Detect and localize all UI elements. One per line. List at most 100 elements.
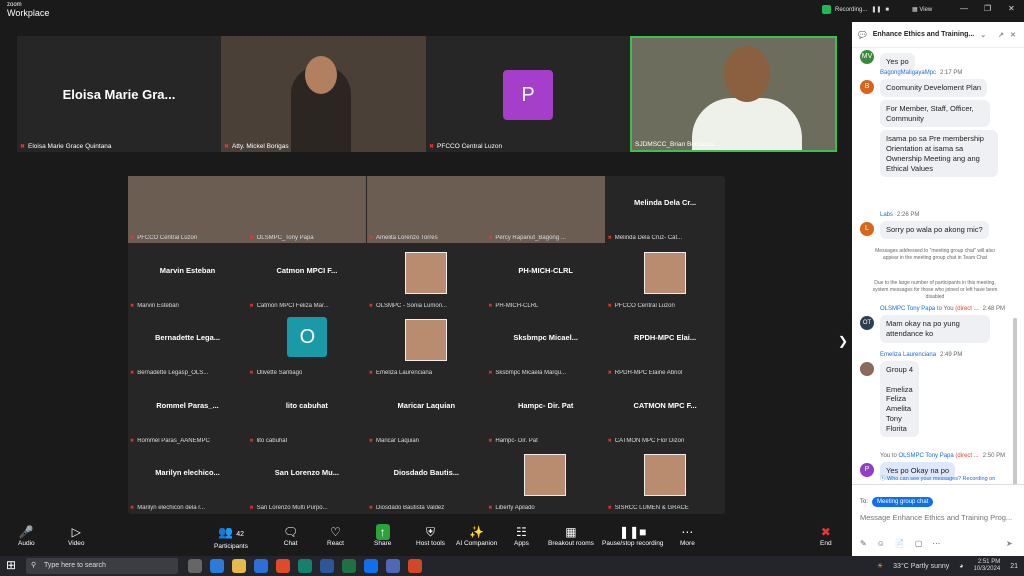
emoji-icon[interactable]: ☺ bbox=[877, 539, 885, 548]
participant-caption: OLSMPC - Sonia Lumon... bbox=[369, 303, 447, 309]
recording-indicator[interactable]: Recording... ❚❚ ■ bbox=[822, 5, 889, 14]
gallery-tile[interactable]: Diosdado Bautis... Diosdado Bautista Vald… bbox=[367, 446, 486, 513]
participant-face bbox=[305, 56, 337, 94]
participant-video bbox=[128, 176, 247, 243]
ai-companion-button[interactable]: ✨ AI Companion bbox=[456, 524, 497, 547]
gallery-tile[interactable]: PFCCO Central Luzon bbox=[128, 176, 247, 243]
close-button[interactable]: ✕ bbox=[1008, 4, 1015, 13]
participant-video bbox=[643, 251, 686, 294]
app-icon[interactable] bbox=[386, 559, 400, 573]
gallery-tile[interactable]: Marvin Esteban Marvin Esteban bbox=[128, 244, 247, 311]
gallery-tile[interactable]: Percy Rapanut_Bagong ... bbox=[486, 176, 606, 243]
weather-text[interactable]: 33°C Partly sunny bbox=[893, 563, 949, 570]
gallery-tile[interactable]: O Olivette Santiago bbox=[247, 311, 366, 378]
gallery-tile[interactable]: Rommel Paras_... Rommel Paras_AANEMPC bbox=[128, 379, 247, 446]
mail-icon[interactable] bbox=[254, 559, 268, 573]
gallery-tile[interactable]: Melinda Dela Cr... Melinda Dela Cruz- Cat… bbox=[606, 176, 725, 243]
gallery-tile[interactable]: Maricar Laquian Maricar Laquian bbox=[367, 379, 486, 446]
maximize-button[interactable]: ❐ bbox=[984, 4, 991, 13]
participant-caption: RPDH-MPC Elaine Abriol bbox=[608, 370, 682, 376]
gallery-tile[interactable]: Emeliza Laurenciana bbox=[367, 311, 486, 378]
chat-title: Enhance Ethics and Training... bbox=[872, 31, 975, 38]
taskbar-search[interactable]: ⚲ Type here to search bbox=[26, 558, 178, 574]
share-button[interactable]: ↑ Share bbox=[374, 524, 391, 547]
gallery-tile[interactable]: lito cabuhat lito cabuhat bbox=[247, 379, 366, 446]
strip-tile-pfcco[interactable]: P ✖ PFCCO Central Luzon bbox=[426, 36, 630, 152]
network-icon[interactable]: ◕ bbox=[959, 563, 963, 570]
publisher-icon[interactable] bbox=[298, 559, 312, 573]
audio-button[interactable]: 🎤 Audio bbox=[18, 524, 35, 547]
gallery-tile[interactable]: CATMON MPC F... CATMON MPC Flor Dizon bbox=[606, 379, 725, 446]
gallery-tile[interactable]: PH-MICH-CLRL PH-MICH-CLRL bbox=[486, 244, 605, 311]
scrollbar[interactable] bbox=[1013, 318, 1017, 484]
gallery-tile[interactable]: Sksbmpc Micael... Sksbmpc Micaela Marqu..… bbox=[486, 311, 605, 378]
apps-icon: ☷ bbox=[516, 525, 527, 539]
excel-icon[interactable] bbox=[342, 559, 356, 573]
explorer-icon[interactable] bbox=[232, 559, 246, 573]
more-icon[interactable]: ⋯ bbox=[932, 539, 940, 548]
participant-caption: Hampc- Dir. Pat bbox=[488, 438, 537, 444]
stop-icon[interactable]: ■ bbox=[885, 7, 889, 13]
gallery-tile[interactable]: San Lorenzo Mu... San Lorenzo Multi Purpo… bbox=[247, 446, 366, 513]
participant-caption: Marvin Esteban bbox=[130, 303, 179, 309]
notification-icon[interactable]: 21 bbox=[1010, 563, 1018, 570]
gallery-tile[interactable]: PFCCO Central Luzon bbox=[606, 244, 725, 311]
apps-button[interactable]: ☷ Apps bbox=[514, 524, 529, 547]
strip-tile-brian-active-speaker[interactable]: SJDMSCC_Brian Bernardo bbox=[630, 36, 837, 152]
participant-caption: CATMON MPC Flor Dizon bbox=[608, 438, 685, 444]
send-icon[interactable]: ➤ bbox=[1006, 539, 1013, 548]
avatar: B bbox=[860, 80, 874, 94]
gallery-tile[interactable]: Bernadette Lega... Bernadette Legasp_OLS.… bbox=[128, 311, 247, 378]
chat-button[interactable]: 🗨 Chat bbox=[283, 524, 298, 547]
video-button[interactable]: ▷ Video bbox=[68, 524, 85, 547]
close-chat-icon[interactable]: ✕ bbox=[1010, 31, 1016, 39]
chevron-down-icon[interactable]: ⌄ bbox=[980, 31, 986, 39]
popout-icon[interactable]: ↗ bbox=[998, 31, 1004, 39]
chrome-icon[interactable] bbox=[276, 559, 290, 573]
gallery-tile[interactable]: SISRCC LUMEN & GRACE bbox=[606, 446, 725, 513]
pause-icon[interactable]: ❚❚ bbox=[871, 6, 881, 13]
gallery-tile[interactable]: Liberty Apilado bbox=[486, 446, 605, 513]
shield-icon bbox=[822, 5, 831, 14]
gallery-tile[interactable]: RPDH-MPC Elai... RPDH-MPC Elaine Abriol bbox=[606, 311, 725, 378]
participant-caption: PH-MICH-CLRL bbox=[488, 303, 538, 309]
next-page-arrow[interactable]: ❯ bbox=[838, 334, 848, 348]
gallery-tile[interactable]: Marilyn elechico... Marilyn elechicon del… bbox=[128, 446, 247, 513]
gallery-tile[interactable]: Amelita Lorenzo Torres bbox=[366, 176, 486, 243]
participants-button[interactable]: 👥 42 Participants bbox=[214, 524, 248, 550]
task-view-icon[interactable] bbox=[188, 559, 202, 573]
windows-start-icon[interactable]: ⊞ bbox=[6, 558, 16, 572]
participant-name: Hampc- Dir. Pat bbox=[517, 400, 574, 410]
chat-icon: 💬 bbox=[858, 31, 867, 39]
gallery-tile[interactable]: OLSMPC_Tony Papa bbox=[247, 176, 367, 243]
who-can-see-link[interactable]: ⓘ Who can see your messages? Recording o… bbox=[880, 474, 995, 482]
react-button[interactable]: ♡ React bbox=[327, 524, 344, 547]
gallery-tile[interactable]: OLSMPC - Sonia Lumon... bbox=[367, 244, 486, 311]
chat-message-input[interactable] bbox=[860, 513, 1018, 522]
gallery-tile[interactable]: Hampc- Dir. Pat Hampc- Dir. Pat bbox=[486, 379, 605, 446]
file-icon[interactable]: 📄 bbox=[895, 539, 905, 548]
message-bubble: Isama po sa Pre membership Orientation a… bbox=[880, 130, 998, 178]
end-button[interactable]: ✖ End bbox=[820, 524, 832, 547]
strip-tile-mickel[interactable]: ✖ Atty. Mickel Borigas bbox=[221, 36, 426, 152]
screenshot-icon[interactable]: ▢ bbox=[915, 539, 923, 548]
word-icon[interactable] bbox=[320, 559, 334, 573]
minimize-button[interactable]: — bbox=[960, 4, 968, 13]
host-tools-button[interactable]: ⛨ Host tools bbox=[416, 524, 445, 547]
chat-messages[interactable]: MV Yes po BagongMaligayaMpc 2:17 PM B Coom… bbox=[852, 48, 1018, 484]
view-button[interactable]: ▦ View bbox=[912, 6, 932, 13]
zoom-logo: zoom Workplace bbox=[7, 2, 50, 18]
zoom-icon[interactable] bbox=[364, 559, 378, 573]
more-button[interactable]: ⋯ More bbox=[680, 524, 695, 547]
gallery-tile[interactable]: Catmon MPCI F... Catmon MPCI Feliza Mar..… bbox=[247, 244, 366, 311]
participant-caption: OLSMPC_Tony Papa bbox=[249, 235, 314, 241]
recipient-selector[interactable]: Meeting group chat bbox=[872, 497, 934, 507]
pause-recording-button[interactable]: ❚❚■ Pause/stop recording bbox=[602, 524, 663, 547]
strip-tile-eloisa[interactable]: Eloisa Marie Gra... ✖ Eloisa Marie Grace … bbox=[17, 36, 221, 152]
clock[interactable]: 2:51 PM 10/3/2024 bbox=[974, 559, 1001, 573]
participant-video bbox=[247, 176, 367, 243]
format-icon[interactable]: ✎ bbox=[860, 539, 867, 548]
edge-icon[interactable] bbox=[210, 559, 224, 573]
powerpoint-icon[interactable] bbox=[408, 559, 422, 573]
breakout-rooms-button[interactable]: ▦ Breakout rooms bbox=[548, 524, 594, 547]
